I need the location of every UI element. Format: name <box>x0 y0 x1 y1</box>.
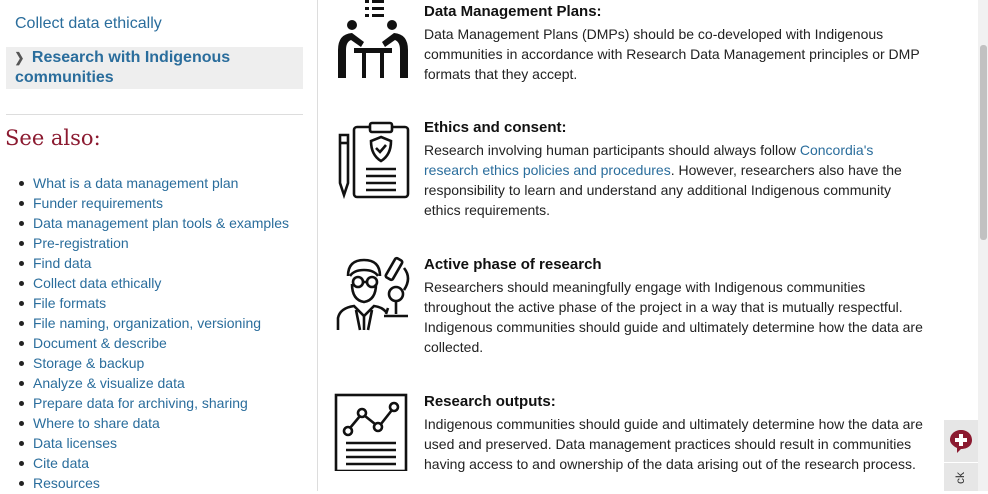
see-also-link[interactable]: Storage & backup <box>33 355 144 371</box>
list-item: Data management plan tools & examples <box>18 214 289 234</box>
section-title: Data Management Plans: <box>424 3 602 20</box>
body-line: Data Management Plans (DMPs) should be c… <box>424 26 884 42</box>
section-body: Researchers should meaningfully engage w… <box>424 277 939 357</box>
sidebar: Collect data ethically ❯ Research with In… <box>0 0 318 491</box>
chevron-right-icon: ❯ <box>14 50 25 65</box>
body-line: communities in accordance with Research … <box>424 46 920 62</box>
list-item: Prepare data for archiving, sharing <box>18 394 289 414</box>
body-line: used and preserved. Data management prac… <box>424 436 912 452</box>
see-also-link[interactable]: Where to share data <box>33 415 160 431</box>
see-also-link[interactable]: File naming, organization, versioning <box>33 315 261 331</box>
body-line: Researchers should meaningfully engage w… <box>424 279 866 295</box>
see-also-heading: See also: <box>5 126 101 150</box>
clipboard-shield-icon <box>334 121 412 200</box>
list-item: Where to share data <box>18 414 289 434</box>
see-also-link[interactable]: Cite data <box>33 455 89 471</box>
research-ethics-link[interactable]: research ethics policies and procedures <box>424 162 671 178</box>
see-also-list: What is a data management plan Funder re… <box>0 174 289 494</box>
body-line: collected. <box>424 339 484 355</box>
section-body: Data Management Plans (DMPs) should be c… <box>424 24 939 84</box>
see-also-link[interactable]: Data licenses <box>33 435 117 451</box>
feedback-tab-label: ck <box>953 472 967 484</box>
section-title: Research outputs: <box>424 393 556 410</box>
report-chart-icon <box>334 393 412 473</box>
body-line: throughout the active phase of the proje… <box>424 299 903 315</box>
section-title: Ethics and consent: <box>424 119 567 136</box>
list-item: Data licenses <box>18 434 289 454</box>
body-line: having access to and ownership of the da… <box>424 456 916 472</box>
body-text: Research involving human participants sh… <box>424 142 800 158</box>
see-also-link[interactable]: File formats <box>33 295 106 311</box>
see-also-link[interactable]: Pre-registration <box>33 235 129 251</box>
sidebar-link-collect-data[interactable]: Collect data ethically <box>15 15 162 33</box>
section-body: Indigenous communities should guide and … <box>424 414 939 474</box>
list-item: File formats <box>18 294 289 314</box>
see-also-link[interactable]: Analyze & visualize data <box>33 375 185 391</box>
body-line: Indigenous communities should guide and … <box>424 416 923 432</box>
see-also-link[interactable]: Funder requirements <box>33 195 163 211</box>
body-line: Research involving human participants sh… <box>424 140 939 160</box>
sidebar-divider <box>6 114 303 115</box>
see-also-link[interactable]: What is a data management plan <box>33 175 238 191</box>
list-item: File naming, organization, versioning <box>18 314 289 334</box>
list-item: What is a data management plan <box>18 174 289 194</box>
list-item: Pre-registration <box>18 234 289 254</box>
section-title: Active phase of research <box>424 256 602 273</box>
body-line: formats that they accept. <box>424 66 578 82</box>
list-item: Funder requirements <box>18 194 289 214</box>
see-also-link[interactable]: Collect data ethically <box>33 275 161 291</box>
meeting-icon <box>334 0 412 78</box>
plus-badge-icon <box>950 430 972 453</box>
sidebar-active-item-label-line1[interactable]: ❯ Research with Indigenous <box>14 49 231 67</box>
feedback-button[interactable] <box>944 420 978 462</box>
see-also-link[interactable]: Find data <box>33 255 91 271</box>
main-content: Data Management Plans: Data Management P… <box>318 0 978 491</box>
see-also-link[interactable]: Prepare data for archiving, sharing <box>33 395 248 411</box>
sidebar-active-item-label-line2[interactable]: communities <box>15 69 114 87</box>
body-line: responsibility to learn and understand a… <box>424 182 891 198</box>
body-line: research ethics policies and procedures.… <box>424 160 939 180</box>
list-item: Collect data ethically <box>18 274 289 294</box>
list-item: Resources <box>18 474 289 494</box>
list-item: Analyze & visualize data <box>18 374 289 394</box>
body-text: . However, researchers also have the <box>670 162 902 178</box>
body-line: Indigenous communities should guide and … <box>424 319 923 335</box>
list-item: Cite data <box>18 454 289 474</box>
list-item: Document & describe <box>18 334 289 354</box>
see-also-link[interactable]: Document & describe <box>33 335 167 351</box>
body-line: ethics requirements. <box>424 202 551 218</box>
list-item: Find data <box>18 254 289 274</box>
feedback-tab[interactable]: ck <box>944 463 978 491</box>
list-item: Storage & backup <box>18 354 289 374</box>
see-also-link[interactable]: Resources <box>33 475 100 491</box>
scientist-icon <box>334 254 412 332</box>
concordia-policies-link[interactable]: Concordia's <box>800 142 874 158</box>
scrollbar-thumb[interactable] <box>980 45 987 240</box>
see-also-link[interactable]: Data management plan tools & examples <box>33 215 289 231</box>
section-body: Research involving human participants sh… <box>424 140 939 220</box>
